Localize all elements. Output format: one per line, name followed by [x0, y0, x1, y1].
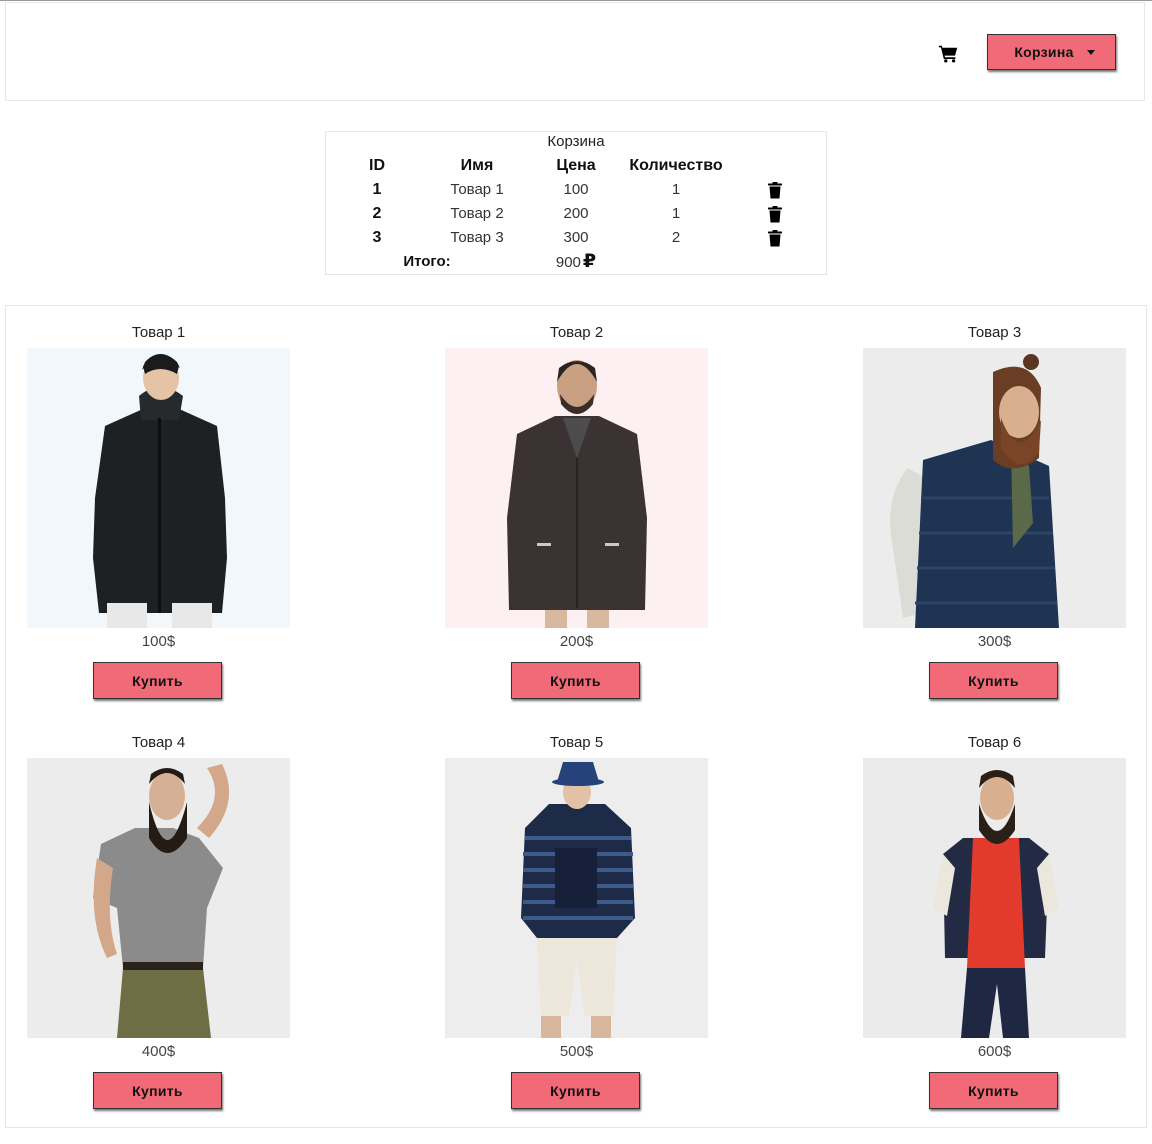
product-price: 500$	[559, 1043, 594, 1060]
product-price: 100$	[141, 633, 176, 650]
row-id: 1	[372, 181, 382, 198]
row-price: 100	[563, 181, 589, 198]
cart-button-label: Корзина	[1014, 44, 1074, 60]
row-name: Товар 1	[450, 181, 504, 198]
product-title: Товар 2	[549, 324, 604, 341]
row-quantity: 1	[671, 181, 681, 198]
table-row: 1 Товар 1 100 1	[326, 178, 826, 202]
column-header-id: ID	[369, 157, 385, 174]
column-header-name: Имя	[460, 157, 494, 174]
trash-icon[interactable]	[767, 206, 783, 223]
row-quantity: 1	[671, 205, 681, 222]
cart-total-row: Итого: 900 ₽	[326, 250, 826, 274]
cart-panel: Корзина ID Имя Цена Количество 1 Товар 1…	[325, 131, 827, 275]
site-header: Корзина	[5, 2, 1145, 101]
row-name: Товар 2	[450, 205, 504, 222]
row-price: 300	[563, 229, 589, 246]
product-title: Товар 5	[549, 734, 604, 751]
product-price: 200$	[559, 633, 594, 650]
total-value: 900	[555, 254, 581, 271]
buy-button[interactable]: Купить	[929, 1072, 1058, 1109]
column-header-quantity: Количество	[629, 157, 723, 174]
product-image[interactable]	[863, 348, 1126, 628]
row-id: 2	[372, 205, 382, 222]
row-price: 200	[563, 205, 589, 222]
trash-icon[interactable]	[767, 230, 783, 247]
top-border	[0, 0, 1152, 1]
table-row: 2 Товар 2 200 1	[326, 202, 826, 226]
total-value-group: 900 ₽	[556, 250, 596, 275]
shopping-cart-icon[interactable]	[938, 43, 960, 65]
product-price: 600$	[977, 1043, 1012, 1060]
buy-button[interactable]: Купить	[929, 662, 1058, 699]
chevron-down-icon	[1086, 50, 1095, 55]
column-header-price: Цена	[556, 157, 596, 174]
cart-dropdown-button[interactable]: Корзина	[987, 34, 1116, 70]
table-row: 3 Товар 3 300 2	[326, 226, 826, 250]
product-price: 400$	[141, 1043, 176, 1060]
product-title: Товар 4	[131, 734, 186, 751]
cart-header-row: ID Имя Цена Количество	[326, 154, 826, 178]
product-price: 300$	[977, 633, 1012, 650]
ruble-icon: ₽	[582, 251, 597, 272]
row-name: Товар 3	[450, 229, 504, 246]
buy-button[interactable]: Купить	[93, 662, 222, 699]
row-id: 3	[372, 229, 382, 246]
product-image[interactable]	[445, 348, 708, 628]
product-image[interactable]	[445, 758, 708, 1038]
product-title: Товар 1	[131, 324, 186, 341]
cart-title: Корзина	[547, 133, 605, 150]
product-image[interactable]	[27, 348, 290, 628]
product-image[interactable]	[27, 758, 290, 1038]
cart-table: ID Имя Цена Количество 1 Товар 1 100 1 2…	[326, 154, 826, 274]
total-label: Итого:	[403, 253, 451, 270]
product-grid: Товар 1 100$ Купить Товар 2 200$ Купить …	[5, 305, 1147, 1128]
row-quantity: 2	[671, 229, 681, 246]
buy-button[interactable]: Купить	[511, 662, 640, 699]
buy-button[interactable]: Купить	[93, 1072, 222, 1109]
buy-button[interactable]: Купить	[511, 1072, 640, 1109]
product-title: Товар 3	[967, 324, 1022, 341]
trash-icon[interactable]	[767, 182, 783, 199]
product-title: Товар 6	[967, 734, 1022, 751]
product-image[interactable]	[863, 758, 1126, 1038]
